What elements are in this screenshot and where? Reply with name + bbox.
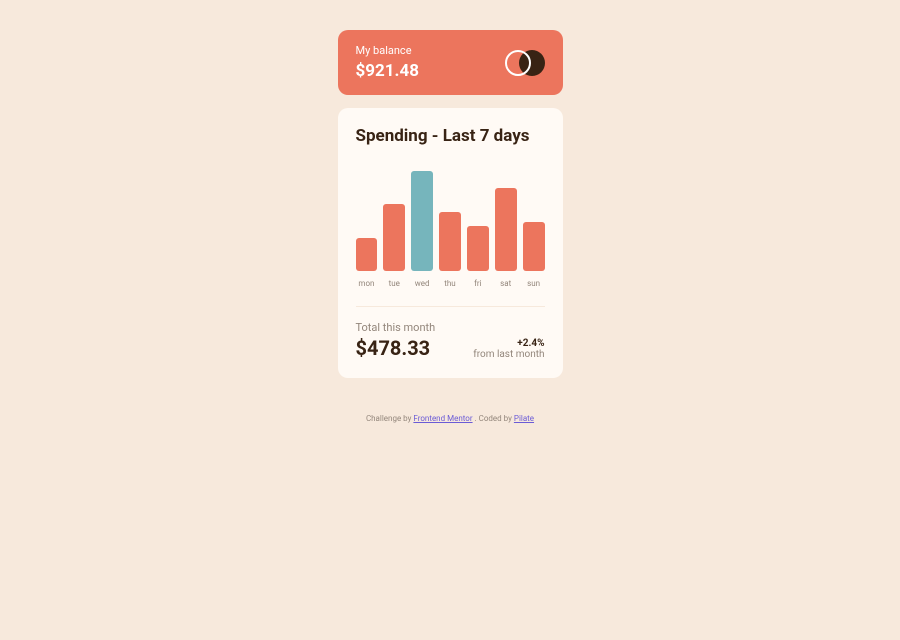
- total-month-label: Total this month: [356, 321, 436, 334]
- spending-card: Spending - Last 7 days mon tue wed thu fri sa…: [338, 108, 563, 378]
- spending-chart: mon tue wed thu fri sat sun: [356, 168, 545, 288]
- balance-amount: $921.48: [356, 61, 419, 81]
- attribution-middle: . Coded by: [475, 414, 514, 423]
- bar-sun[interactable]: [523, 222, 545, 271]
- bar-column-mon: mon: [356, 238, 378, 288]
- attribution: Challenge by Frontend Mentor . Coded by …: [366, 414, 534, 423]
- attribution-link-frontend-mentor[interactable]: Frontend Mentor: [413, 414, 472, 423]
- bar-label-tue: tue: [389, 279, 400, 288]
- bar-column-sun: sun: [523, 222, 545, 288]
- bar-tue[interactable]: [383, 204, 405, 271]
- balance-label: My balance: [356, 44, 419, 57]
- logo-icon: [505, 48, 545, 78]
- delta-percent: +2.4%: [473, 338, 544, 349]
- bar-column-sat: sat: [495, 188, 517, 288]
- bar-fri[interactable]: [467, 226, 489, 271]
- delta-label: from last month: [473, 349, 544, 360]
- bar-thu[interactable]: [439, 212, 461, 271]
- bar-label-thu: thu: [444, 279, 455, 288]
- totals-row: Total this month $478.33 +2.4% from last…: [356, 321, 545, 360]
- divider: [356, 306, 545, 307]
- balance-card: My balance $921.48: [338, 30, 563, 95]
- bar-sat[interactable]: [495, 188, 517, 271]
- bar-column-fri: fri: [467, 226, 489, 288]
- bar-label-mon: mon: [358, 279, 374, 288]
- bar-label-sun: sun: [527, 279, 540, 288]
- bar-label-fri: fri: [474, 279, 481, 288]
- bar-column-wed: wed: [411, 171, 433, 288]
- bar-label-wed: wed: [415, 279, 430, 288]
- bar-column-thu: thu: [439, 212, 461, 288]
- bar-wed[interactable]: [411, 171, 433, 271]
- total-right: +2.4% from last month: [473, 338, 544, 360]
- bar-column-tue: tue: [383, 204, 405, 288]
- balance-texts: My balance $921.48: [356, 44, 419, 81]
- total-left: Total this month $478.33: [356, 321, 436, 360]
- total-month-amount: $478.33: [356, 336, 436, 360]
- bar-mon[interactable]: [356, 238, 378, 271]
- spending-title: Spending - Last 7 days: [356, 126, 545, 146]
- attribution-link-author[interactable]: Pilate: [514, 414, 534, 423]
- bar-label-sat: sat: [500, 279, 511, 288]
- attribution-prefix: Challenge by: [366, 414, 413, 423]
